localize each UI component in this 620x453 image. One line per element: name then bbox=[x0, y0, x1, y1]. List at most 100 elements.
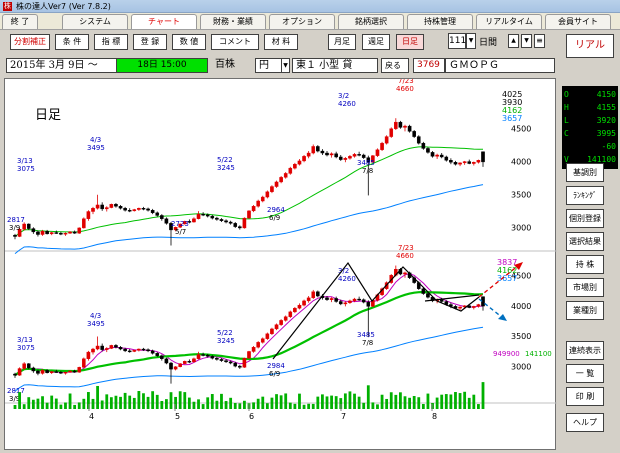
upper-candle-body bbox=[228, 221, 233, 224]
lower-annotation: 7/23 bbox=[398, 244, 414, 252]
upper-candle-body bbox=[361, 154, 366, 158]
volume-bar bbox=[270, 397, 274, 409]
tab-member-site[interactable]: 会員サイト bbox=[545, 14, 611, 29]
upper-candle-body bbox=[54, 232, 59, 234]
volume-bar bbox=[45, 402, 49, 409]
ohlc-value: -60 bbox=[601, 142, 616, 151]
upper-candle-body bbox=[118, 206, 123, 209]
upper-annotation: 4660 bbox=[396, 85, 414, 93]
app-icon: 株 bbox=[3, 2, 12, 11]
split-adjust-button[interactable]: 分割補正 bbox=[10, 34, 50, 50]
month-tick-label: 6 bbox=[249, 412, 254, 421]
volume-bar bbox=[298, 393, 301, 409]
help-button[interactable]: ヘルプ bbox=[566, 413, 604, 432]
upper-candle-body bbox=[238, 226, 242, 229]
tab-stock-select[interactable]: 銘柄選択 bbox=[338, 14, 404, 29]
currency-dropdown-icon[interactable]: ▼ bbox=[281, 58, 290, 73]
volume-bar bbox=[412, 396, 416, 409]
volume-bar bbox=[380, 394, 384, 409]
chevron-down-icon[interactable]: ▼ bbox=[466, 33, 476, 49]
upper-candle-body bbox=[242, 217, 247, 229]
upper-annotation: 5/7 bbox=[175, 228, 186, 236]
upper-candle-body bbox=[123, 208, 127, 211]
tab-finance[interactable]: 財務・業績 bbox=[200, 14, 266, 29]
lower-candle-body bbox=[40, 370, 45, 374]
ohlc-key: C bbox=[564, 129, 569, 138]
scroll-down-button[interactable]: ▼ bbox=[521, 34, 532, 48]
upper-annotation: 3/13 bbox=[17, 157, 33, 165]
list-button[interactable]: 一 覧 bbox=[566, 364, 604, 383]
volume-bar bbox=[210, 394, 214, 409]
tab-exit[interactable]: 終 了 bbox=[2, 14, 38, 29]
volume-bar bbox=[477, 404, 480, 409]
lower-price-tick: 3500 bbox=[511, 332, 531, 341]
numeric-button[interactable]: 数 値 bbox=[172, 34, 206, 50]
upper-candle-body bbox=[334, 153, 338, 158]
upper-candle-body bbox=[302, 156, 306, 162]
volume-bar bbox=[50, 395, 54, 409]
weekly-button[interactable]: 週足 bbox=[362, 34, 390, 50]
upper-candle-body bbox=[270, 186, 274, 192]
tab-holdings[interactable]: 持株管理 bbox=[407, 14, 473, 29]
holdings-button[interactable]: 持 株 bbox=[566, 255, 604, 274]
upper-candle-body bbox=[389, 128, 394, 137]
lower-candle-body bbox=[187, 361, 192, 363]
lower-candle-body bbox=[210, 356, 215, 359]
chart-area[interactable]: 日足 4500 4000 3500 3000 4500 4000 3500 3000 4025 39… bbox=[4, 78, 557, 450]
volume-bar bbox=[31, 399, 35, 409]
volume-bar bbox=[192, 401, 196, 409]
ohlc-row: -60 bbox=[564, 141, 616, 153]
industry-button[interactable]: 業種別 bbox=[566, 301, 604, 320]
tab-system[interactable]: システム bbox=[62, 14, 128, 29]
scroll-up-button[interactable]: ▲ bbox=[508, 34, 519, 48]
material-button[interactable]: 材 料 bbox=[264, 34, 298, 50]
bar-count-input[interactable]: 111 bbox=[448, 33, 466, 49]
upper-candle-body bbox=[380, 142, 384, 150]
register-button[interactable]: 登 録 bbox=[133, 34, 167, 50]
print-button[interactable]: 印 刷 bbox=[566, 387, 604, 406]
comment-button[interactable]: コメント bbox=[211, 34, 259, 50]
month-tick-label: 4 bbox=[89, 412, 94, 421]
lower-candle-body bbox=[123, 348, 127, 352]
tab-options[interactable]: オプション bbox=[269, 14, 335, 29]
ohlc-value: 3995 bbox=[596, 129, 616, 138]
individual-register-button[interactable]: 個別登録 bbox=[566, 209, 604, 228]
indicator-button[interactable]: 指 標 bbox=[94, 34, 128, 50]
upper-candle-body bbox=[348, 156, 352, 159]
volume-bar bbox=[160, 401, 164, 409]
stock-code[interactable]: 3769 bbox=[413, 58, 445, 73]
tab-chart[interactable]: チャート bbox=[131, 14, 197, 29]
bar-count-unit: 日間 bbox=[479, 38, 498, 48]
info-bar: 2015年 3月 9日 ～ 18日 15:00 百株 円 ▼ 東１ 小型 貸 戻… bbox=[0, 55, 560, 75]
tab-realtime[interactable]: リアルタイム bbox=[476, 14, 542, 29]
volume-bar bbox=[256, 398, 260, 409]
upper-candle-body bbox=[265, 191, 270, 198]
ranking-button[interactable]: ﾗﾝｷﾝｸﾞ bbox=[566, 186, 604, 205]
lower-candle-body bbox=[302, 300, 306, 306]
lower-candle-body bbox=[118, 347, 123, 350]
volume-bar bbox=[54, 398, 58, 409]
menu-icon[interactable]: ≡ bbox=[534, 34, 545, 48]
upper-candle-body bbox=[279, 177, 283, 183]
back-button[interactable]: 戻る bbox=[381, 58, 409, 73]
selection-result-button[interactable]: 選択結果 bbox=[566, 232, 604, 251]
lower-candle-body bbox=[274, 324, 279, 330]
upper-candle-body bbox=[59, 232, 63, 235]
daily-button[interactable]: 日足 bbox=[396, 34, 424, 50]
volume-bar bbox=[64, 402, 67, 409]
upper-candle-body bbox=[426, 148, 430, 153]
realtime-button[interactable]: リアル bbox=[566, 34, 614, 58]
condition-button[interactable]: 条 件 bbox=[55, 34, 89, 50]
end-date-box[interactable]: 18日 15:00 bbox=[116, 58, 208, 73]
trend-button[interactable]: 基調別 bbox=[566, 163, 604, 182]
stock-chart: 日足45004000350030004500400035003000402539… bbox=[5, 79, 557, 421]
lower-candle-body bbox=[132, 350, 137, 352]
continuous-display-button[interactable]: 連続表示 bbox=[566, 341, 604, 360]
unit-label: 百株 bbox=[215, 59, 235, 70]
market-button[interactable]: 市場別 bbox=[566, 278, 604, 297]
monthly-button[interactable]: 月足 bbox=[328, 34, 356, 50]
lower-candle-body bbox=[45, 370, 49, 374]
volume-bar bbox=[132, 397, 136, 409]
volume-bar bbox=[201, 404, 205, 409]
lower-annotation: 4260 bbox=[338, 275, 356, 283]
